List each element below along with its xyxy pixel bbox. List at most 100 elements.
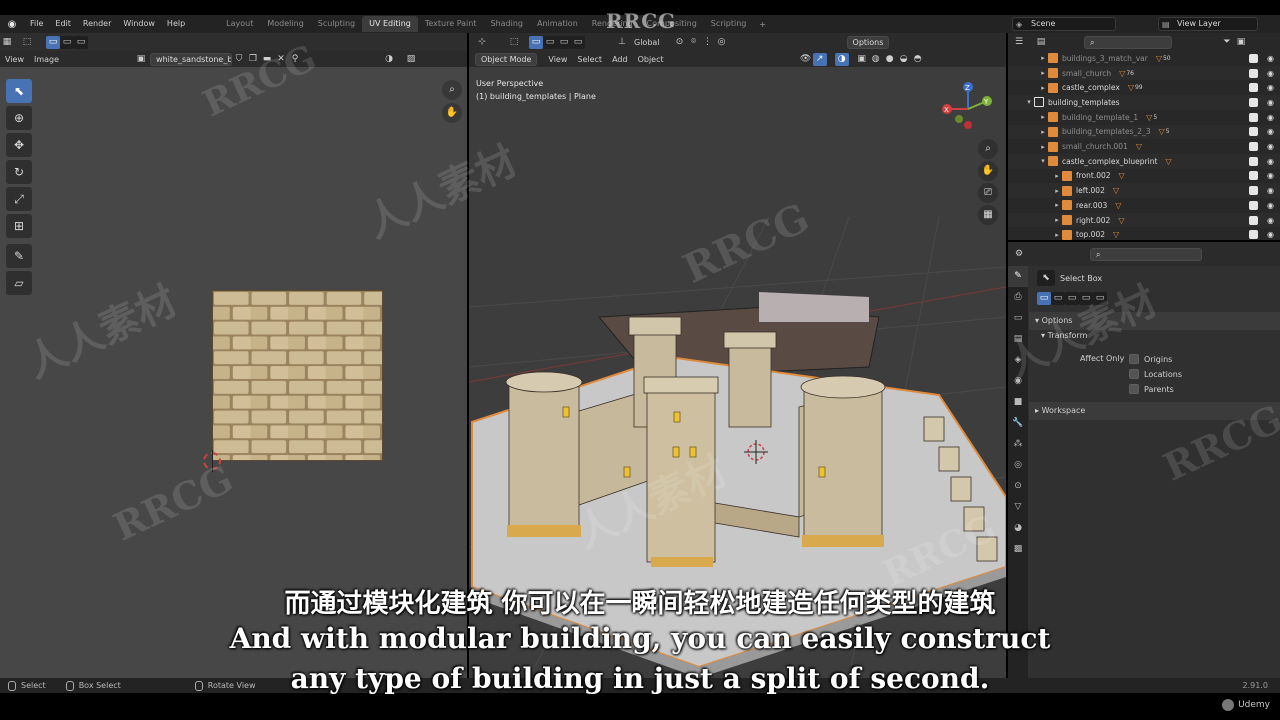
expand-toggle-icon[interactable]: ▸ [1052, 187, 1062, 195]
transform-subsection[interactable]: ▾ Transform [1041, 331, 1087, 340]
outliner-row[interactable]: ▸ left.002 ▽ ◉ [1008, 183, 1280, 198]
exclude-checkbox[interactable] [1249, 53, 1258, 63]
scene-selector[interactable]: ◈ Scene [1012, 17, 1116, 31]
workspace-section[interactable]: ▸ Workspace [1029, 402, 1280, 420]
perspective-toggle-icon[interactable]: ▦ [978, 205, 998, 225]
3d-viewport[interactable]: ⊹ ⬚ ▭ ▭ ▭ ▭ ⊥ Global ⊙ ⌾ ⋮ ◎ Options Obj… [469, 33, 1006, 678]
pin-icon[interactable]: ⚲ [288, 53, 302, 66]
expand-toggle-icon[interactable]: ▾ [1024, 98, 1034, 106]
tab-animation[interactable]: Animation [530, 16, 585, 32]
overlay-icon[interactable]: ◑ [382, 53, 396, 66]
gizmo-toggle-icon[interactable]: ↗ [812, 52, 827, 66]
menu-render[interactable]: Render [77, 15, 117, 33]
scene-tab-icon[interactable]: ◈ [1008, 350, 1028, 371]
new-collection-icon[interactable]: ▣ [1234, 36, 1248, 49]
menu-object[interactable]: Object [633, 55, 669, 64]
move-tool-icon[interactable]: ✥ [6, 133, 32, 157]
menu-edit[interactable]: Edit [49, 15, 77, 33]
options-dropdown[interactable]: Options [846, 35, 890, 49]
select-box-tool-icon[interactable]: ⬉ [1037, 270, 1055, 286]
annotate-tool-icon[interactable]: ✎ [6, 244, 32, 268]
visibility-icon[interactable]: 👁 [799, 53, 813, 66]
output-tab-icon[interactable]: ▭ [1008, 308, 1028, 329]
mode-invert-icon[interactable]: ▭ [1079, 292, 1093, 305]
viewport-select-extend-icon[interactable]: ▭ [543, 35, 557, 49]
navigation-gizmo[interactable]: Z Y X [935, 79, 1001, 135]
visibility-eye-icon[interactable]: ◉ [1267, 83, 1274, 92]
expand-toggle-icon[interactable]: ▸ [1038, 54, 1048, 62]
parents-checkbox[interactable]: Parents [1129, 384, 1174, 394]
fake-user-shield-icon[interactable]: ⛉ [232, 53, 246, 66]
mode-intersect-icon[interactable]: ▭ [1093, 292, 1107, 305]
tab-texture-paint[interactable]: Texture Paint [418, 16, 484, 32]
exclude-checkbox[interactable] [1249, 230, 1258, 240]
filter-icon[interactable]: ⏷ [1220, 36, 1234, 49]
checkbox-box[interactable] [1129, 354, 1139, 364]
uv-2d-cursor[interactable] [203, 450, 221, 472]
outliner-search-input[interactable]: ⌕ [1084, 35, 1172, 49]
open-image-folder-icon[interactable]: ▬ [260, 53, 274, 66]
world-tab-icon[interactable]: ◉ [1008, 371, 1028, 392]
physics-tab-icon[interactable]: ◎ [1008, 455, 1028, 476]
visibility-eye-icon[interactable]: ◉ [1267, 98, 1274, 107]
menu-file[interactable]: File [24, 15, 49, 33]
visibility-eye-icon[interactable]: ◉ [1267, 113, 1274, 122]
outliner-row[interactable]: ▸ small_church ▽ 76 ◉ [1008, 65, 1280, 81]
expand-toggle-icon[interactable]: ▸ [1052, 216, 1062, 224]
outliner-row[interactable]: ▸ rear.003 ▽ ◉ [1008, 198, 1280, 213]
menu-view[interactable]: View [0, 55, 29, 64]
outliner-editor-type-icon[interactable]: ☰ [1012, 36, 1026, 49]
exclude-checkbox[interactable] [1249, 83, 1258, 93]
scale-tool-icon[interactable]: ⤢ [6, 187, 32, 211]
visibility-eye-icon[interactable]: ◉ [1267, 157, 1274, 166]
constraints-tab-icon[interactable]: ⊙ [1008, 476, 1028, 497]
cursor-tool-icon[interactable]: ⊕ [6, 106, 32, 130]
tab-uv-editing[interactable]: UV Editing [362, 16, 418, 32]
viewport-select-new-icon[interactable]: ▭ [529, 35, 543, 49]
outliner-row[interactable]: ▾ castle_complex_blueprint ▽ ◉ [1008, 153, 1280, 169]
shading-material-icon[interactable]: ◒ [897, 53, 911, 66]
locations-checkbox[interactable]: Locations [1129, 369, 1182, 379]
tab-modeling[interactable]: Modeling [260, 16, 310, 32]
visibility-eye-icon[interactable]: ◉ [1267, 216, 1274, 225]
zoom-icon[interactable]: ⌕ [442, 80, 462, 100]
modifier-tab-icon[interactable]: 🔧 [1008, 413, 1028, 434]
outliner-row[interactable]: ▸ small_church.001 ▽ ◉ [1008, 139, 1280, 154]
proportional-edit-icon[interactable]: ◎ [715, 36, 729, 49]
tool-tab-icon[interactable]: ✎ [1008, 266, 1028, 287]
snap-target-icon[interactable]: ⋮ [701, 36, 715, 49]
exclude-checkbox[interactable] [1249, 112, 1258, 122]
image-browse-icon[interactable]: ▣ [134, 53, 148, 66]
select-mode-new-icon[interactable]: ▭ [46, 35, 60, 49]
visibility-eye-icon[interactable]: ◉ [1267, 201, 1274, 210]
viewport-editor-type-icon[interactable]: ⊹ [475, 36, 489, 49]
exclude-checkbox[interactable] [1249, 200, 1258, 210]
viewport-select-subtract-icon[interactable]: ▭ [557, 35, 571, 49]
mode-extend-icon[interactable]: ▭ [1051, 292, 1065, 305]
mode-new-icon[interactable]: ▭ [1037, 292, 1051, 305]
texture-tab-icon[interactable]: ▩ [1008, 539, 1028, 560]
expand-toggle-icon[interactable]: ▸ [1052, 201, 1062, 209]
menu-view[interactable]: View [543, 55, 572, 64]
visibility-eye-icon[interactable]: ◉ [1267, 230, 1274, 239]
properties-editor-type-icon[interactable]: ⚙ [1012, 248, 1026, 261]
exclude-checkbox[interactable] [1249, 127, 1258, 137]
camera-view-icon[interactable]: ⎚ [978, 183, 998, 203]
snap-icon[interactable]: ⌾ [687, 36, 701, 49]
expand-toggle-icon[interactable]: ▸ [1038, 69, 1048, 77]
render-tab-icon[interactable]: ⎙ [1008, 287, 1028, 308]
select-box-tool-icon[interactable]: ⬉ [6, 79, 32, 103]
add-workspace-button[interactable]: + [753, 20, 772, 29]
origins-checkbox[interactable]: Origins [1129, 354, 1172, 364]
outliner-row[interactable]: ▾ building_templates ◉ [1008, 95, 1280, 110]
select-mode-extend-icon[interactable]: ▭ [60, 35, 74, 49]
tab-shading[interactable]: Shading [483, 16, 530, 32]
view-layer-tab-icon[interactable]: ▤ [1008, 329, 1028, 350]
expand-toggle-icon[interactable]: ▸ [1038, 113, 1048, 121]
outliner-row[interactable]: ▸ castle_complex ▽ 99 ◉ [1008, 80, 1280, 95]
unlink-image-icon[interactable]: ✕ [274, 53, 288, 66]
tab-scripting[interactable]: Scripting [704, 16, 754, 32]
outliner-row[interactable]: ▸ building_templates_2_3 ▽ 5 ◉ [1008, 124, 1280, 140]
outliner-row[interactable]: ▸ building_template_1 ▽ 5 ◉ [1008, 110, 1280, 125]
data-tab-icon[interactable]: ▽ [1008, 497, 1028, 518]
